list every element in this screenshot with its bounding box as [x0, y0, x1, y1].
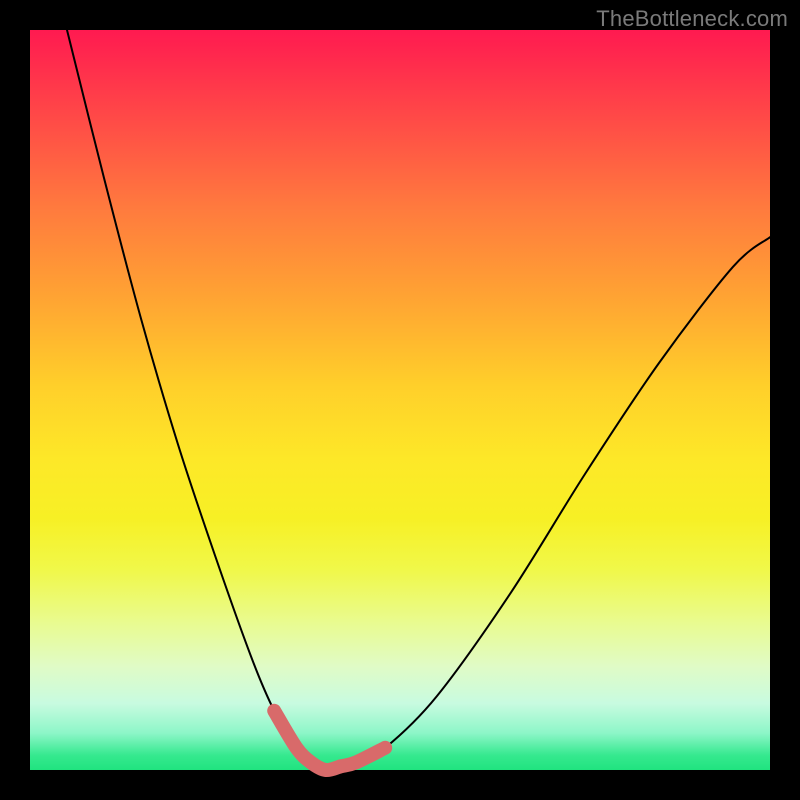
- chart-plot-area: [30, 30, 770, 770]
- bottleneck-curve-line: [67, 30, 770, 770]
- min-highlight-line: [274, 711, 385, 770]
- chart-svg: [30, 30, 770, 770]
- attribution-text: TheBottleneck.com: [596, 6, 788, 32]
